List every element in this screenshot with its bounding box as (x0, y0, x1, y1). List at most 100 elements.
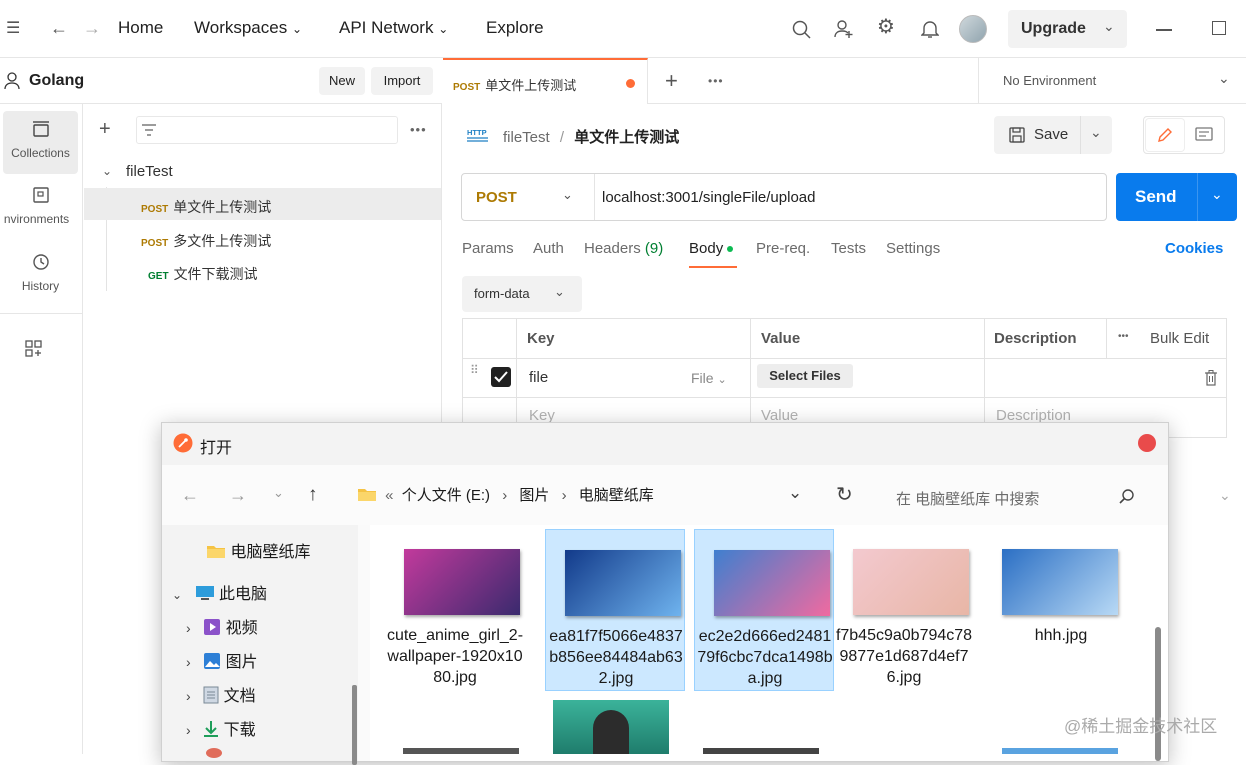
sidebar-item-environments[interactable]: nvironments (3, 177, 78, 240)
row-checkbox[interactable] (491, 367, 511, 387)
file-item[interactable]: hhh.jpg (983, 529, 1123, 691)
path-segment[interactable]: 图片 (519, 487, 549, 504)
file-item[interactable]: cute_anime_girl_2-wallpaper-1920x1080.jp… (385, 529, 525, 691)
back-icon[interactable]: ← (181, 485, 199, 506)
chevron-down-icon[interactable]: ⌄ (1218, 70, 1230, 87)
file-thumbnail (714, 550, 830, 616)
bulk-edit-link[interactable]: Bulk Edit (1150, 330, 1209, 347)
tree-request-item[interactable]: POST 多文件上传测试 (84, 222, 441, 254)
menu-icon[interactable]: ☰ (6, 20, 20, 38)
sidebar-item-history[interactable]: History (3, 244, 78, 307)
close-button[interactable] (1138, 434, 1156, 452)
maximize-icon[interactable] (1212, 21, 1226, 35)
tree-request-item[interactable]: POST 单文件上传测试 (84, 188, 441, 220)
nav-api-network[interactable]: API Network ⌄ (339, 18, 448, 38)
nav-scrollbar[interactable] (352, 685, 357, 765)
search-icon[interactable] (792, 20, 812, 40)
address-path[interactable]: « 个人文件 (E:) › 图片 › 电脑壁纸库 (357, 484, 654, 505)
invite-user-icon[interactable] (834, 19, 854, 39)
collection-name[interactable]: fileTest (126, 163, 173, 180)
nav-item-documents[interactable]: › 文档 (186, 682, 256, 706)
sidebar-item-collections[interactable]: Collections (3, 111, 78, 174)
tab-settings[interactable]: Settings (886, 240, 940, 257)
breadcrumb-collection[interactable]: fileTest (503, 129, 550, 146)
search-icon[interactable] (1119, 489, 1135, 505)
file-thumbnail-partial[interactable] (1002, 748, 1118, 754)
configure-sidebar-icon[interactable] (25, 340, 43, 358)
recent-locations-icon[interactable]: ⌄ (273, 485, 284, 501)
save-button[interactable]: Save ⌄ (994, 116, 1112, 154)
search-input[interactable]: 在 电脑壁纸库 中搜索 (896, 488, 1039, 509)
file-thumbnail-partial[interactable] (703, 748, 819, 754)
comment-icon[interactable] (1195, 127, 1213, 143)
more-options-icon[interactable]: ••• (410, 122, 427, 137)
tab-prereq[interactable]: Pre-req. (756, 240, 810, 257)
file-list-scrollbar[interactable] (1155, 627, 1161, 761)
row-key[interactable]: file (529, 369, 548, 386)
edit-toggle[interactable] (1146, 119, 1184, 151)
cookies-link[interactable]: Cookies (1165, 240, 1223, 257)
settings-gear-icon[interactable]: ⚙ (877, 17, 895, 37)
forward-icon[interactable]: → (83, 19, 101, 37)
row-type-select[interactable]: File ⌄ (691, 370, 727, 386)
send-button[interactable]: Send ⌄ (1116, 173, 1237, 221)
new-button[interactable]: New (319, 67, 365, 95)
chevron-down-icon[interactable]: ⌄ (788, 483, 802, 503)
method-select[interactable]: POST ⌄ (462, 174, 595, 220)
tab-headers[interactable]: Headers (9) (584, 240, 663, 257)
upgrade-button[interactable]: Upgrade ⌄ (1008, 10, 1127, 48)
drag-handle-icon[interactable]: ⠿ (470, 364, 480, 376)
breadcrumb-request[interactable]: 单文件上传测试 (574, 129, 679, 146)
more-tabs-icon[interactable]: ••• (708, 74, 724, 88)
chevron-down-icon[interactable]: ⌄ (1219, 487, 1231, 504)
nav-item-downloads[interactable]: › 下载 (186, 716, 256, 740)
forward-icon[interactable]: → (229, 485, 247, 506)
tab-tests[interactable]: Tests (831, 240, 866, 257)
tab-params[interactable]: Params (462, 240, 514, 257)
file-thumbnail-partial[interactable] (403, 748, 519, 754)
nav-home[interactable]: Home (118, 18, 163, 38)
nav-item-this-pc[interactable]: ⌄ 此电脑 (172, 580, 267, 604)
environment-selector[interactable]: No Environment (1003, 73, 1096, 88)
trash-icon[interactable] (1204, 370, 1218, 386)
up-folder-icon[interactable]: ↑ (308, 484, 318, 506)
left-icon-sidebar: Collections nvironments History (0, 104, 83, 754)
url-input[interactable] (602, 182, 1092, 212)
tab-body[interactable]: Body (689, 240, 734, 257)
method-badge: POST (141, 238, 169, 249)
filter-input[interactable] (136, 116, 398, 144)
tree-request-item[interactable]: GET 文件下载测试 (84, 255, 441, 287)
file-item[interactable]: f7b45c9a0b794c789877e1d687d4ef76.jpg (834, 529, 974, 691)
chevron-down-icon[interactable]: ⌄ (1090, 124, 1102, 141)
nav-workspaces[interactable]: Workspaces ⌄ (194, 18, 302, 38)
path-segment[interactable]: 个人文件 (E:) (402, 487, 490, 504)
path-segment[interactable]: 电脑壁纸库 (579, 487, 654, 504)
import-button[interactable]: Import (371, 67, 433, 95)
refresh-icon[interactable]: ↻ (836, 482, 853, 507)
chevron-down-icon: ⌄ (172, 588, 183, 602)
back-icon[interactable]: ← (50, 19, 68, 37)
avatar[interactable] (959, 15, 987, 43)
nav-item-wallpaper-folder[interactable]: 电脑壁纸库 (206, 538, 310, 562)
chevron-down-icon[interactable]: ⌄ (102, 164, 112, 178)
body-mode-select[interactable]: form-data ⌄ (462, 276, 582, 312)
pane-splitter[interactable] (358, 525, 370, 761)
file-thumbnail-partial[interactable] (553, 700, 669, 754)
request-tab[interactable]: POST 单文件上传测试 (443, 58, 648, 104)
new-tab-icon[interactable]: + (665, 68, 678, 94)
nav-explore[interactable]: Explore (486, 18, 544, 38)
file-item[interactable]: ea81f7f5066e4837b856ee84484ab632.jpg (545, 529, 685, 691)
nav-item-pictures[interactable]: › 图片 (186, 648, 258, 672)
select-files-button[interactable]: Select Files (757, 364, 853, 388)
tab-auth[interactable]: Auth (533, 240, 564, 257)
breadcrumb-separator: / (559, 129, 565, 146)
minimize-icon[interactable] (1156, 29, 1172, 31)
nav-item-videos[interactable]: › 视频 (186, 614, 258, 638)
more-options-icon[interactable]: ••• (1118, 331, 1129, 342)
file-item[interactable]: ec2e2d666ed248179f6cbc7dca1498ba.jpg (694, 529, 834, 691)
filter-icon (142, 124, 156, 136)
notification-bell-icon[interactable] (921, 19, 939, 39)
chevron-down-icon[interactable]: ⌄ (1211, 186, 1223, 203)
nav-item-partial-icon (206, 748, 222, 758)
add-icon[interactable]: + (99, 118, 111, 141)
